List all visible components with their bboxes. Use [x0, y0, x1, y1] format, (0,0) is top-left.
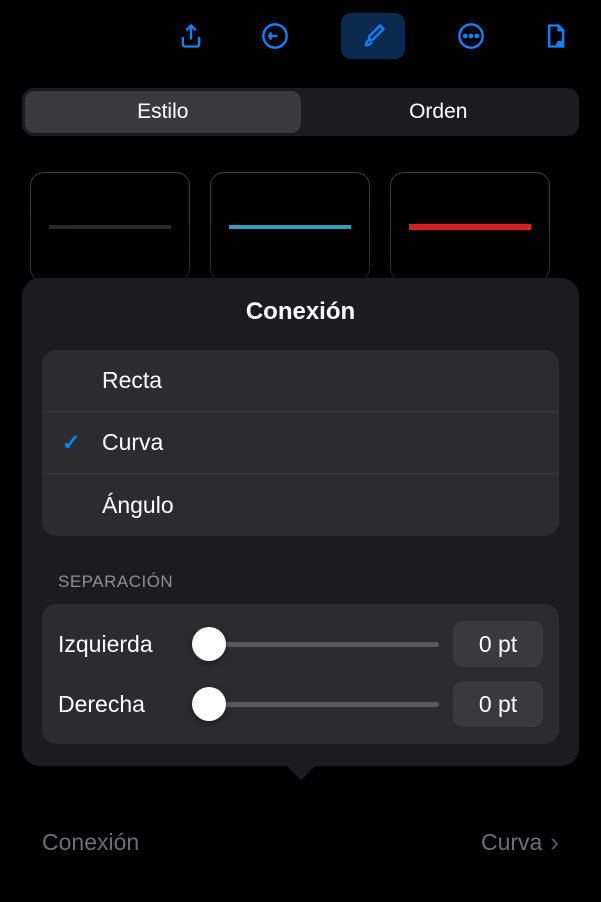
left-offset-row: Izquierda 0 pt: [58, 614, 543, 674]
tab-style[interactable]: Estilo: [25, 91, 301, 133]
slider-thumb[interactable]: [192, 687, 226, 721]
right-offset-value[interactable]: 0 pt: [453, 681, 543, 727]
slider-track: [192, 702, 439, 707]
line-style-option-2[interactable]: [210, 172, 370, 282]
format-brush-button[interactable]: [341, 13, 405, 59]
segmented-control: Estilo Orden: [22, 88, 579, 136]
connection-popover: Conexión Recta ✓ Curva Ángulo Separación…: [22, 278, 579, 766]
line-preview: [229, 225, 351, 229]
right-offset-row: Derecha 0 pt: [58, 674, 543, 734]
tab-order[interactable]: Orden: [301, 91, 577, 133]
line-style-option-1[interactable]: [30, 172, 190, 282]
footer-value: Curva: [481, 829, 542, 856]
undo-button[interactable]: [257, 18, 293, 54]
line-preview: [409, 224, 531, 230]
option-label: Curva: [102, 429, 163, 456]
line-preview: [49, 225, 171, 229]
check-slot: ✓: [62, 430, 102, 456]
line-style-picker: [22, 172, 579, 282]
more-button[interactable]: [453, 18, 489, 54]
footer-label: Conexión: [42, 829, 139, 856]
separation-header: Separación: [58, 572, 543, 592]
line-style-option-3[interactable]: [390, 172, 550, 282]
footer-value-wrap: Curva ›: [481, 827, 559, 858]
document-button[interactable]: [537, 18, 573, 54]
chevron-right-icon: ›: [550, 827, 559, 858]
top-toolbar: [0, 0, 601, 72]
connection-summary-row[interactable]: Conexión Curva ›: [22, 812, 579, 872]
option-label: Recta: [102, 367, 162, 394]
option-label: Ángulo: [102, 492, 174, 519]
right-offset-label: Derecha: [58, 691, 178, 718]
brush-icon: [359, 22, 387, 50]
left-offset-slider[interactable]: [192, 626, 439, 662]
popover-title: Conexión: [22, 298, 579, 326]
option-curva[interactable]: ✓ Curva: [42, 412, 559, 474]
left-offset-label: Izquierda: [58, 631, 178, 658]
option-recta[interactable]: Recta: [42, 350, 559, 412]
connection-type-list: Recta ✓ Curva Ángulo: [42, 350, 559, 536]
popover-arrow: [286, 752, 314, 780]
checkmark-icon: ✓: [62, 430, 80, 456]
slider-track: [192, 642, 439, 647]
slider-thumb[interactable]: [192, 627, 226, 661]
option-angulo[interactable]: Ángulo: [42, 474, 559, 536]
share-button[interactable]: [173, 18, 209, 54]
right-offset-slider[interactable]: [192, 686, 439, 722]
left-offset-value[interactable]: 0 pt: [453, 621, 543, 667]
separation-controls: Izquierda 0 pt Derecha 0 pt: [42, 604, 559, 744]
more-icon: [457, 22, 485, 50]
share-icon: [177, 22, 205, 50]
document-icon: [541, 22, 569, 50]
undo-icon: [261, 22, 289, 50]
content-area: Estilo Orden: [0, 72, 601, 282]
